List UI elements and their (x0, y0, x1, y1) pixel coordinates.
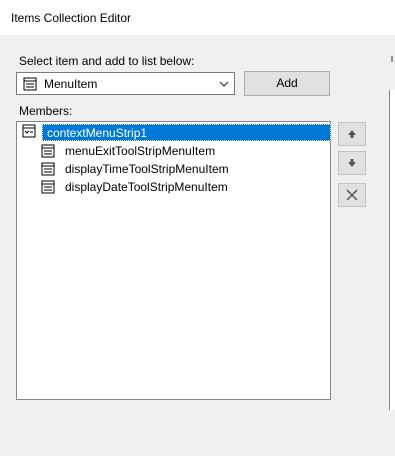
menu-item-icon (41, 180, 55, 194)
properties-panel-edge (389, 90, 395, 410)
arrow-up-icon (348, 130, 356, 138)
combobox-selected-value: MenuItem (44, 77, 98, 91)
tree-root-row[interactable]: contextMenuStrip1 (17, 122, 331, 141)
members-label: Members: (19, 104, 73, 118)
window-title: Items Collection Editor (11, 11, 132, 25)
select-item-label: Select item and add to list below: (19, 54, 195, 68)
title-bar[interactable]: Items Collection Editor (0, 0, 395, 35)
context-menu-strip-icon (22, 124, 36, 138)
menu-item-icon (41, 144, 55, 158)
members-tree[interactable]: contextMenuStrip1 menuExitToolStripMenuI… (16, 121, 331, 400)
menu-item-icon (23, 77, 37, 91)
add-button[interactable]: Add (244, 71, 330, 96)
chevron-down-icon[interactable] (218, 78, 230, 90)
delete-x-icon (346, 189, 358, 201)
truncated-label-glyph (391, 56, 393, 62)
move-down-button[interactable] (338, 151, 366, 175)
move-up-button[interactable] (338, 122, 366, 146)
item-type-combobox[interactable]: MenuItem (16, 72, 235, 95)
tree-item-row[interactable]: menuExitToolStripMenuItem (17, 142, 330, 160)
tree-root-label: contextMenuStrip1 (47, 126, 148, 140)
tree-item-row[interactable]: displayTimeToolStripMenuItem (17, 160, 330, 178)
remove-button[interactable] (338, 183, 366, 207)
tree-item-label: displayTimeToolStripMenuItem (65, 162, 229, 176)
menu-item-icon (41, 162, 55, 176)
items-collection-editor-dialog: Items Collection Editor Select item and … (0, 0, 395, 456)
tree-item-label: menuExitToolStripMenuItem (65, 144, 216, 158)
tree-item-label: displayDateToolStripMenuItem (65, 180, 228, 194)
tree-root-selected[interactable]: contextMenuStrip1 (42, 124, 331, 141)
tree-item-row[interactable]: displayDateToolStripMenuItem (17, 178, 330, 196)
arrow-down-icon (348, 159, 356, 167)
